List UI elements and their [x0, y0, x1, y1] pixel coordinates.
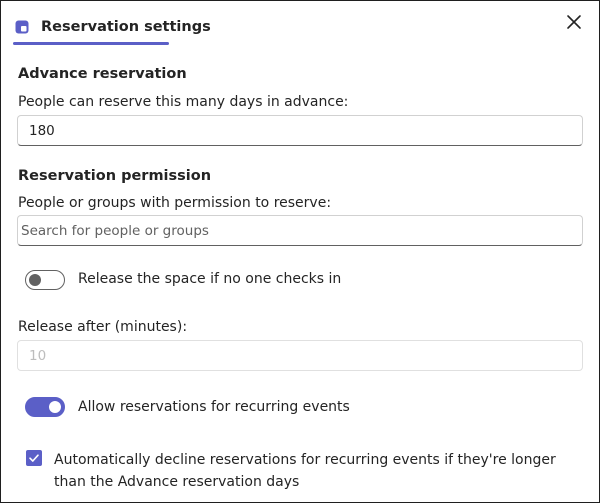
- release-after-input: [17, 340, 583, 371]
- release-space-label: Release the space if no one checks in: [78, 271, 342, 287]
- release-space-toggle[interactable]: [25, 270, 65, 290]
- advance-reservation-heading: Advance reservation: [18, 66, 187, 82]
- advance-days-label: People can reserve this many days in adv…: [18, 94, 349, 110]
- tab-reservation-settings[interactable]: Reservation settings: [13, 9, 219, 45]
- toggle-knob: [29, 274, 41, 286]
- people-search-input[interactable]: [17, 215, 583, 246]
- release-after-label: Release after (minutes):: [18, 319, 188, 335]
- reservation-settings-dialog: Reservation settings Advance reservation…: [0, 0, 600, 503]
- close-icon: [567, 15, 581, 29]
- auto-decline-checkbox[interactable]: [26, 450, 42, 466]
- advance-days-input[interactable]: [17, 115, 583, 146]
- auto-decline-label: Automatically decline reservations for r…: [54, 452, 556, 490]
- reservation-permission-heading: Reservation permission: [18, 168, 212, 184]
- dialog-header: Reservation settings: [1, 1, 599, 47]
- recurring-events-label: Allow reservations for recurring events: [78, 399, 350, 415]
- toggle-knob: [49, 401, 61, 413]
- tab-selected-indicator: [13, 42, 169, 45]
- calendar-settings-icon: [15, 20, 29, 34]
- recurring-events-toggle[interactable]: [25, 397, 65, 417]
- tab-label: Reservation settings: [41, 19, 211, 35]
- checkmark-icon: [29, 454, 39, 462]
- permission-label: People or groups with permission to rese…: [18, 195, 332, 211]
- close-button[interactable]: [563, 11, 585, 33]
